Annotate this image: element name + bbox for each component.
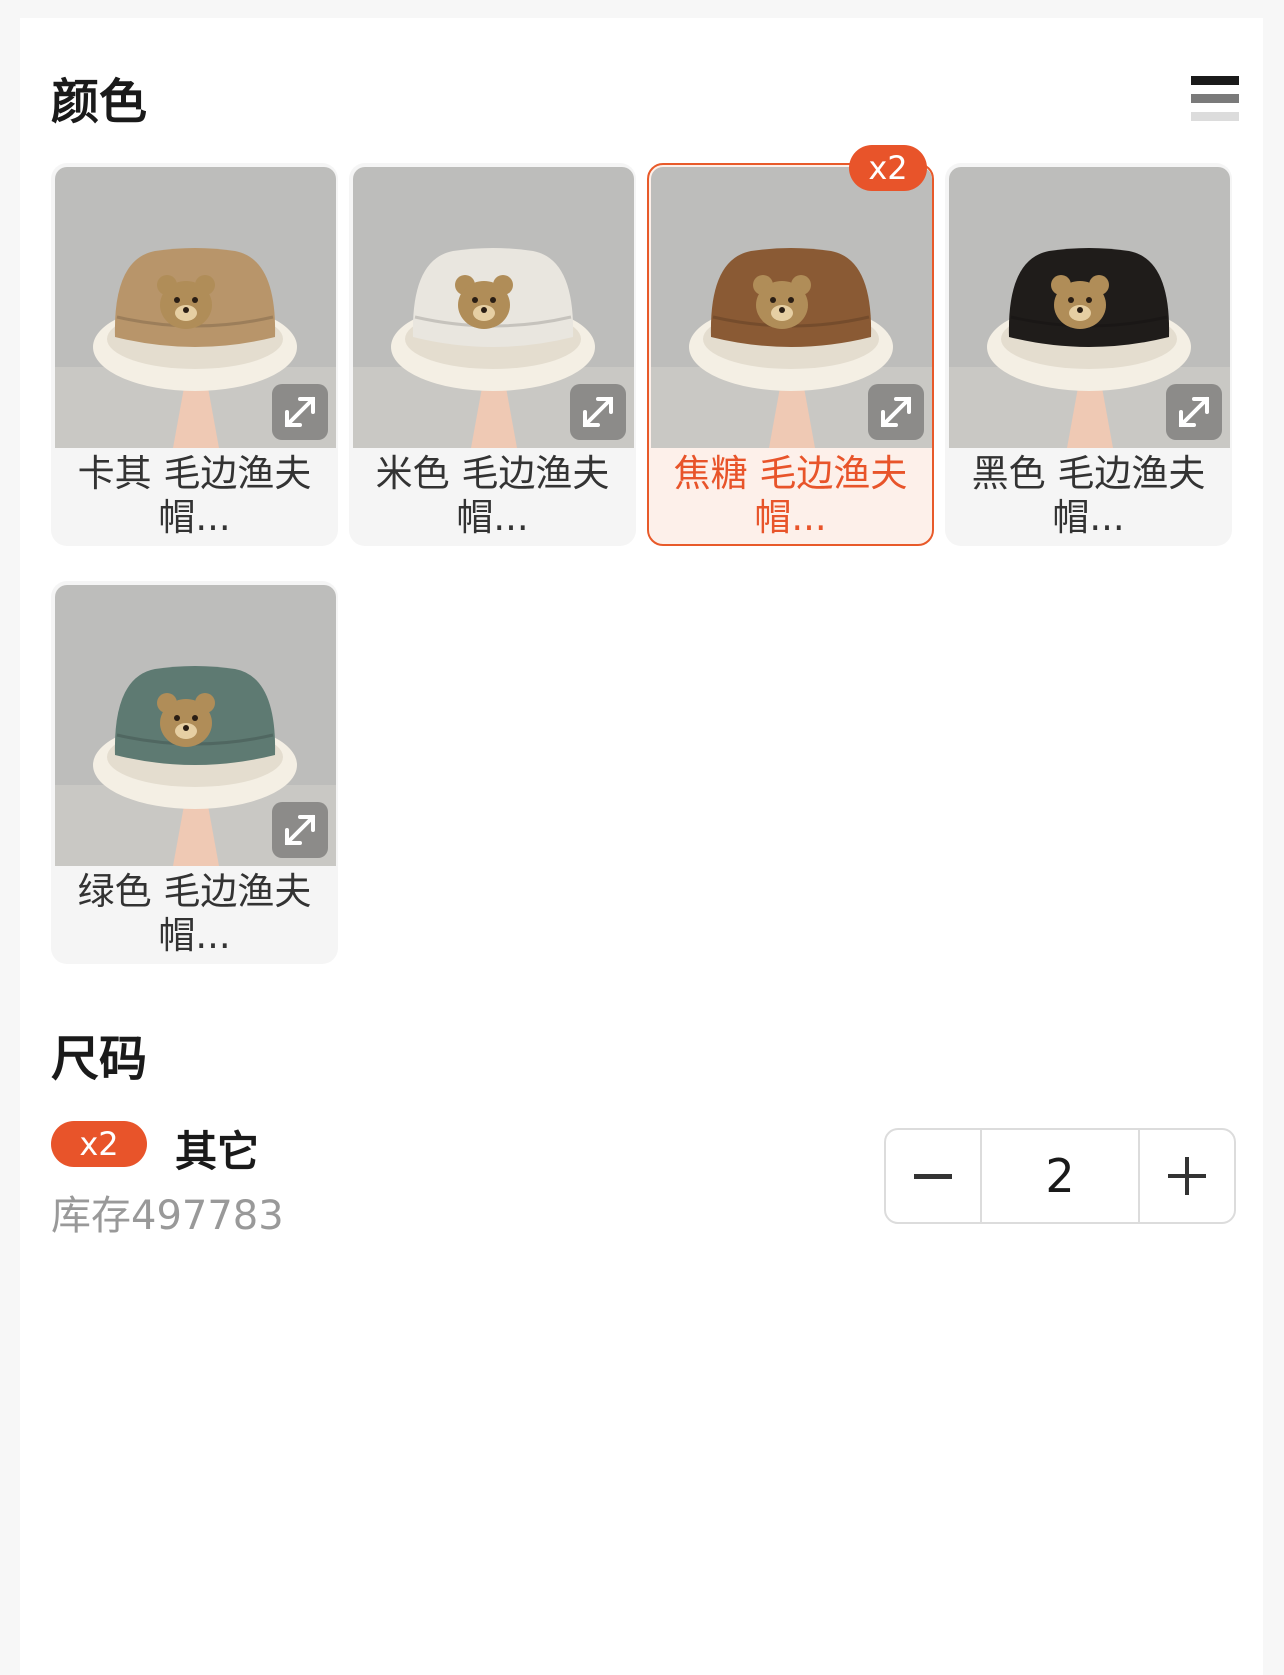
size-section-title: 尺码	[51, 1031, 148, 1087]
size-quantity-badge: x2	[51, 1121, 147, 1167]
color-option-label: 卡其 毛边渔夫帽...	[77, 452, 312, 539]
color-option-card[interactable]: 米色 毛边渔夫帽...	[349, 163, 636, 546]
product-thumbnail	[353, 167, 634, 448]
color-option-label: 黑色 毛边渔夫帽...	[971, 452, 1206, 539]
product-thumbnail	[949, 167, 1230, 448]
sku-panel: 颜色 卡其 毛边渔夫帽... 米色 毛边渔夫帽... 焦糖 毛边渔夫帽... x2 黑色…	[20, 18, 1263, 1675]
color-option-card[interactable]: 黑色 毛边渔夫帽...	[945, 163, 1232, 546]
color-section-title: 颜色	[51, 74, 148, 130]
expand-icon[interactable]	[272, 802, 328, 858]
decrease-button[interactable]	[886, 1130, 980, 1222]
list-view-icon[interactable]	[1191, 76, 1241, 126]
product-thumbnail	[651, 167, 932, 448]
color-option-card[interactable]: 焦糖 毛边渔夫帽... x2	[647, 145, 934, 546]
expand-icon[interactable]	[570, 384, 626, 440]
color-option-label: 米色 毛边渔夫帽...	[375, 452, 610, 539]
color-option-card[interactable]: 卡其 毛边渔夫帽...	[51, 163, 338, 546]
quantity-value[interactable]: 2	[980, 1130, 1140, 1222]
selected-count-badge: x2	[849, 145, 927, 191]
increase-button[interactable]	[1140, 1130, 1234, 1222]
product-thumbnail	[55, 167, 336, 448]
color-option-label: 绿色 毛边渔夫帽...	[77, 870, 312, 957]
color-option-card[interactable]: 绿色 毛边渔夫帽...	[51, 581, 338, 964]
expand-icon[interactable]	[868, 384, 924, 440]
quantity-stepper: 2	[884, 1128, 1236, 1224]
size-option-name: 其它	[175, 1127, 260, 1176]
product-thumbnail	[55, 585, 336, 866]
expand-icon[interactable]	[1166, 384, 1222, 440]
stock-count: 库存497783	[51, 1193, 284, 1239]
expand-icon[interactable]	[272, 384, 328, 440]
color-option-label: 焦糖 毛边渔夫帽...	[673, 452, 908, 539]
